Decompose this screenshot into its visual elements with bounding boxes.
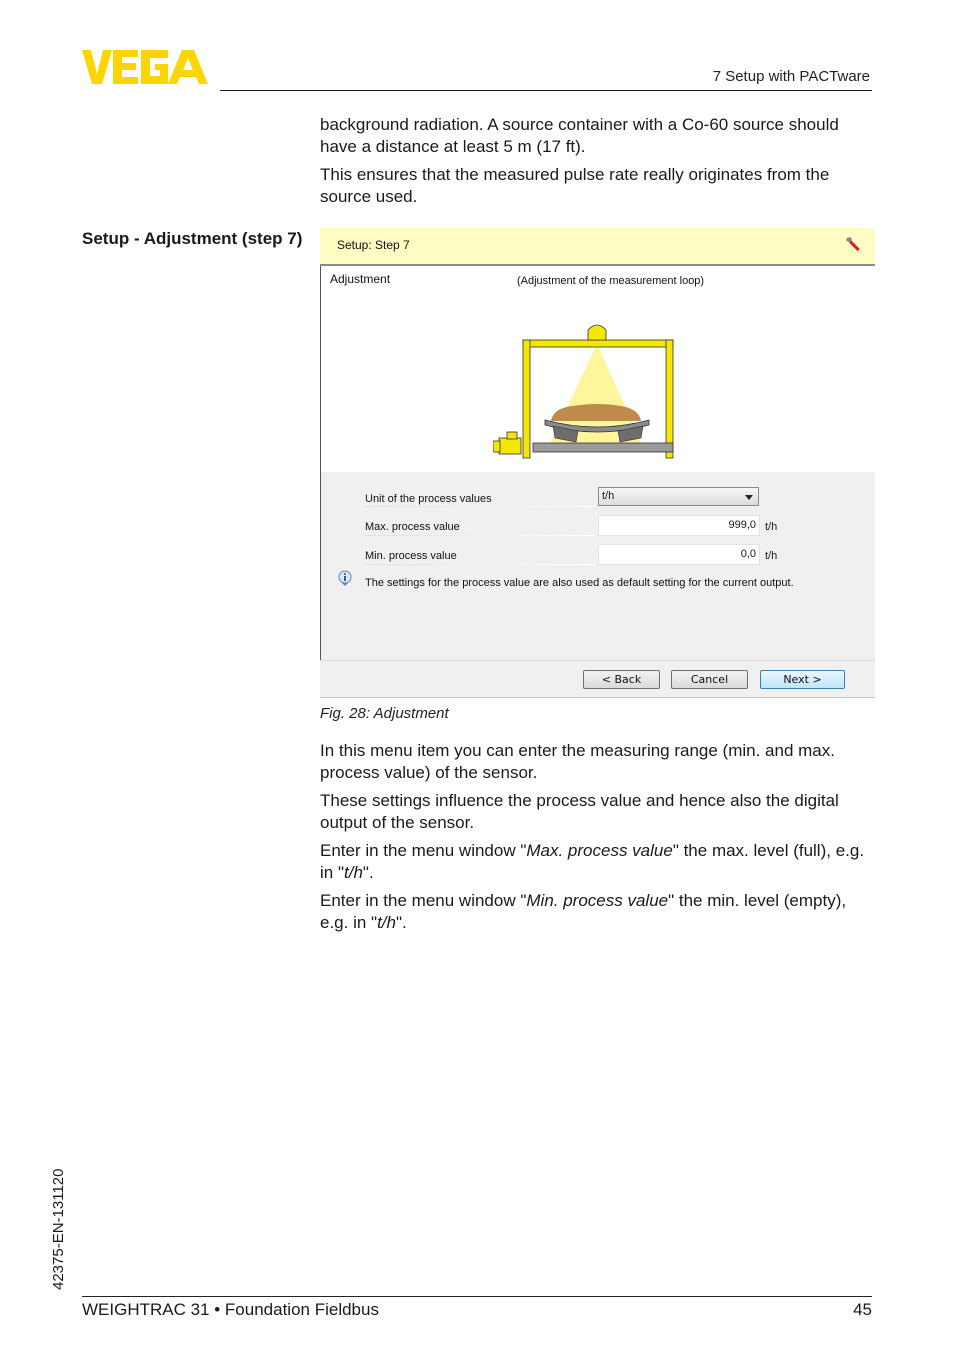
row-divider — [365, 535, 595, 536]
row-divider — [365, 506, 595, 507]
page-number: 45 — [853, 1300, 872, 1319]
text: Enter in the menu window " — [320, 891, 527, 910]
body-paragraph: In this menu item you can enter the meas… — [320, 741, 835, 782]
max-value-input[interactable]: 999,0 — [598, 515, 760, 536]
back-button[interactable]: < Back — [583, 670, 660, 689]
dialog-form: Unit of the process values t/h Max. proc… — [321, 472, 875, 660]
emphasis: Min. process value — [526, 891, 669, 910]
next-button[interactable]: Next > — [760, 670, 845, 689]
min-value-label: Min. process value — [365, 550, 457, 562]
side-heading: Setup - Adjustment (step 7) — [82, 229, 303, 248]
emphasis: t/h — [344, 862, 363, 882]
document-code: 42375-EN-131120 — [50, 1168, 67, 1290]
min-value-unit: t/h — [765, 550, 778, 562]
dialog-footer: < Back Cancel Next > — [320, 660, 875, 698]
info-icon — [338, 570, 352, 586]
unit-select[interactable]: t/h — [598, 487, 759, 506]
footer-divider — [82, 1296, 872, 1297]
dialog-header-section: Adjustment (Adjustment of the measuremen… — [321, 266, 875, 472]
figure-caption: Fig. 28: Adjustment — [320, 705, 449, 722]
vega-logo — [82, 50, 208, 84]
intro-text: background radiation. A source container… — [320, 114, 876, 214]
text: ". — [362, 862, 374, 882]
max-value-unit: t/h — [765, 521, 778, 533]
min-value-input[interactable]: 0,0 — [598, 544, 760, 565]
text: Enter in the menu window " — [320, 841, 527, 860]
dialog-title: Setup: Step 7 — [337, 238, 410, 252]
intro-paragraph: This ensures that the measured pulse rat… — [320, 165, 830, 206]
chevron-down-icon — [745, 495, 753, 500]
unit-select-value: t/h — [602, 490, 615, 502]
body-paragraph: These settings influence the process val… — [320, 791, 839, 832]
wrench-icon[interactable] — [845, 236, 861, 252]
body-text: In this menu item you can enter the meas… — [320, 740, 876, 940]
emphasis: Max. process value — [526, 841, 673, 860]
info-text: The settings for the process value are a… — [365, 577, 794, 589]
section-label: Adjustment — [330, 272, 391, 286]
section-subtitle: (Adjustment of the measurement loop) — [517, 275, 705, 287]
text: ". — [395, 912, 407, 932]
row-divider — [365, 564, 595, 565]
intro-paragraph: background radiation. A source container… — [320, 115, 839, 156]
header-divider — [220, 90, 872, 91]
footer-title: WEIGHTRAC 31 • Foundation Fieldbus — [82, 1300, 379, 1319]
belt-weigher-illustration — [493, 324, 674, 459]
unit-label: Unit of the process values — [365, 493, 492, 505]
body-paragraph: Enter in the menu window "Min. process v… — [320, 890, 876, 933]
max-value-label: Max. process value — [365, 521, 460, 533]
section-title: 7 Setup with PACTware — [712, 68, 870, 85]
dialog-body: Adjustment (Adjustment of the measuremen… — [320, 266, 875, 660]
cancel-button[interactable]: Cancel — [671, 670, 748, 689]
emphasis: t/h — [377, 912, 396, 932]
setup-dialog: Setup: Step 7 Adjustment (Adjustment of … — [320, 228, 875, 698]
body-paragraph: Enter in the menu window "Max. process v… — [320, 840, 876, 883]
dialog-title-bar: Setup: Step 7 — [320, 228, 875, 264]
